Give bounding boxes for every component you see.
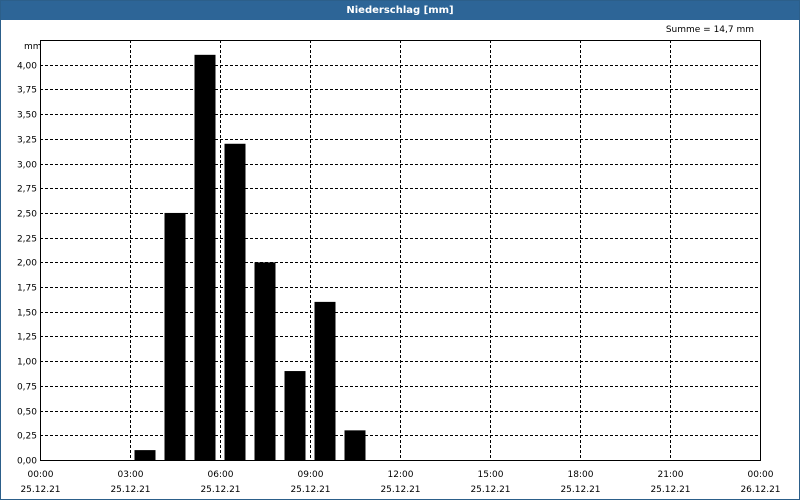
x-tick-time-label: 03:00 xyxy=(118,470,144,480)
x-tick-time-label: 12:00 xyxy=(388,470,414,480)
precipitation-bar xyxy=(284,371,306,460)
y-tick-label: 0,00 xyxy=(17,457,37,467)
y-tick-label: 0,25 xyxy=(17,432,37,442)
x-tick-date-label: 25.12.21 xyxy=(200,485,240,495)
y-tick-label: 2,25 xyxy=(17,235,37,245)
y-tick-label: 2,75 xyxy=(17,185,37,195)
x-tick-labels: 00:00 25.12.21 03:00 25.12.21 06:00 25.12.21 0… xyxy=(20,470,780,495)
precipitation-bar xyxy=(344,430,366,460)
y-tick-label: 1,75 xyxy=(17,284,37,294)
y-tick-label: 3,75 xyxy=(17,86,37,96)
grid-lines xyxy=(40,40,760,460)
x-tick-time-label: 00:00 xyxy=(28,470,54,480)
y-tick-labels: 0,00 0,25 0,50 0,75 1,00 1,25 1,50 1,75 2,00 2,25… xyxy=(17,62,37,467)
y-tick-label: 1,25 xyxy=(17,333,37,343)
x-tick-date-label: 25.12.21 xyxy=(650,485,690,495)
x-tick-date-label: 25.12.21 xyxy=(20,485,60,495)
x-tick-date-label: 26.12.21 xyxy=(740,485,780,495)
precipitation-bar xyxy=(134,450,156,460)
y-tick-label: 2,50 xyxy=(17,210,37,220)
precipitation-bar xyxy=(254,262,276,460)
x-tick-time-label: 21:00 xyxy=(658,470,684,480)
y-tick-label: 1,00 xyxy=(17,358,37,368)
x-tick-time-label: 09:00 xyxy=(298,470,324,480)
y-tick-label: 0,75 xyxy=(17,383,37,393)
x-tick-date-label: 25.12.21 xyxy=(560,485,600,495)
y-tick-label: 1,50 xyxy=(17,309,37,319)
y-tick-label: 4,00 xyxy=(17,62,37,72)
x-tick-time-label: 18:00 xyxy=(568,470,594,480)
bars-group xyxy=(134,54,366,461)
precipitation-bar xyxy=(164,212,186,460)
precipitation-bar xyxy=(194,54,216,461)
x-tick-date-label: 25.12.21 xyxy=(290,485,330,495)
x-tick-time-label: 06:00 xyxy=(208,470,234,480)
y-tick-label: 3,50 xyxy=(17,111,37,121)
precipitation-bar xyxy=(314,301,336,460)
x-tick-date-label: 25.12.21 xyxy=(380,485,420,495)
precipitation-bar xyxy=(224,143,246,460)
y-tick-label: 3,25 xyxy=(17,136,37,146)
y-tick-label: 2,00 xyxy=(17,259,37,269)
x-tick-date-label: 25.12.21 xyxy=(110,485,150,495)
y-tick-label: 3,00 xyxy=(17,161,37,171)
y-axis-unit-label: mm xyxy=(24,42,42,52)
x-tick-time-label: 15:00 xyxy=(478,470,504,480)
x-tick-time-label: 00:00 xyxy=(748,470,774,480)
precipitation-chart: mm 0,00 0,25 0,50 0,75 1,00 1,25 1,50 1,75 2,00 2… xyxy=(17,40,781,495)
y-tick-label: 0,50 xyxy=(17,408,37,418)
x-tick-date-label: 25.12.21 xyxy=(470,485,510,495)
